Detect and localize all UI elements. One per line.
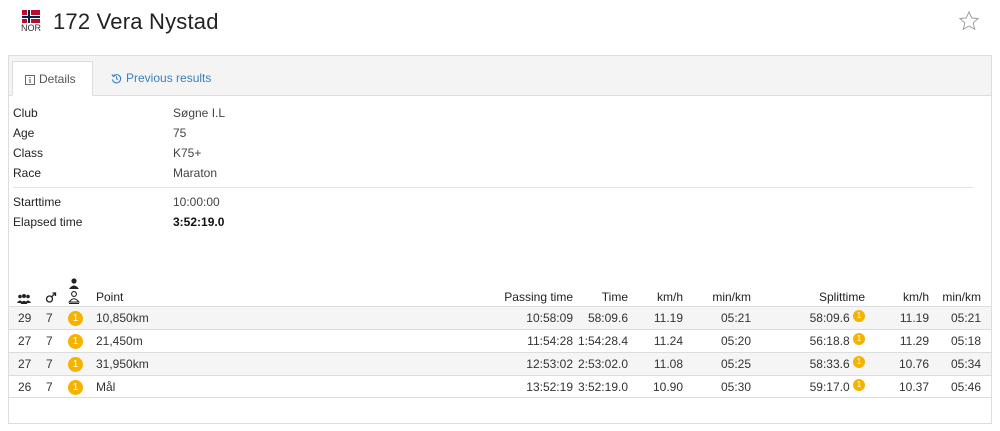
col-point: Point bbox=[96, 290, 124, 304]
split-rank-badge: 1 bbox=[853, 356, 865, 368]
details-divider bbox=[13, 187, 973, 188]
elapsed-value: 3:52:19.0 bbox=[173, 215, 225, 229]
tab-details[interactable]: Details bbox=[12, 61, 93, 96]
detail-race: Race Maraton bbox=[13, 163, 973, 183]
starttime-value: 10:00:00 bbox=[173, 195, 220, 209]
time: 58:09.6 bbox=[587, 311, 628, 325]
col-time: Time bbox=[601, 290, 628, 304]
minkm: 05:20 bbox=[720, 334, 751, 348]
detail-class: Class K75+ bbox=[13, 143, 973, 163]
group-icon bbox=[17, 294, 31, 304]
class-rank-badge: 1 bbox=[68, 334, 83, 350]
time: 3:52:19.0 bbox=[577, 380, 628, 394]
age-label: Age bbox=[13, 126, 35, 140]
split-kmh: 10.76 bbox=[898, 357, 929, 371]
header: NOR 172 Vera Nystad bbox=[20, 6, 985, 44]
participant-panel: Details Previous results Club Søgne I.L … bbox=[8, 55, 992, 424]
star-outline-icon[interactable] bbox=[958, 10, 980, 32]
overall-rank: 29 bbox=[18, 311, 32, 325]
kmh: 11.24 bbox=[653, 334, 683, 348]
col-minkm: min/km bbox=[712, 290, 751, 304]
table-row: 27 7 1 21,450m 11:54:28 1:54:28.4 11.24 … bbox=[9, 329, 991, 352]
page-title: 172 Vera Nystad bbox=[53, 9, 219, 34]
kmh: 10.90 bbox=[652, 380, 683, 394]
col-splittime: Splittime bbox=[818, 290, 865, 304]
person-class-icon bbox=[68, 278, 80, 304]
col-split-kmh: km/h bbox=[902, 290, 929, 304]
splits-header: Point Passing time Time km/h min/km Spli… bbox=[9, 270, 991, 306]
overall-rank: 27 bbox=[18, 357, 32, 371]
point-name: 21,450m bbox=[96, 334, 143, 348]
club-value: Søgne I.L bbox=[173, 106, 226, 120]
point-name: 10,850km bbox=[96, 311, 149, 325]
time: 2:53:02.0 bbox=[577, 357, 628, 371]
norway-flag-icon bbox=[22, 10, 40, 23]
split-minkm: 05:34 bbox=[950, 357, 981, 371]
gender-icon bbox=[45, 292, 57, 303]
passing-time: 11:54:28 bbox=[527, 334, 573, 348]
overall-rank: 27 bbox=[18, 334, 32, 348]
history-icon bbox=[111, 74, 122, 84]
split-kmh: 11.19 bbox=[899, 311, 929, 325]
point-name: 31,950km bbox=[96, 357, 149, 371]
split-minkm: 05:46 bbox=[950, 380, 981, 394]
time: 1:54:28.4 bbox=[577, 334, 628, 348]
gender-rank: 7 bbox=[46, 311, 53, 325]
elapsed-label: Elapsed time bbox=[13, 215, 83, 229]
tab-details-label: Details bbox=[39, 72, 76, 86]
splittime: 58:09.6 bbox=[809, 311, 850, 325]
detail-age: Age 75 bbox=[13, 123, 973, 143]
country: NOR bbox=[20, 10, 42, 33]
passing-time: 13:52:19 bbox=[526, 380, 573, 394]
info-icon bbox=[25, 74, 35, 85]
point-name: Mål bbox=[96, 380, 116, 394]
club-label: Club bbox=[13, 106, 38, 120]
detail-starttime: Starttime 10:00:00 bbox=[13, 192, 973, 212]
race-value: Maraton bbox=[173, 166, 218, 180]
splittime: 56:18.8 bbox=[809, 334, 850, 348]
age-value: 75 bbox=[173, 126, 187, 140]
split-rank-badge: 1 bbox=[853, 310, 865, 322]
tab-previous-results-label: Previous results bbox=[126, 71, 212, 85]
split-kmh: 11.29 bbox=[899, 334, 929, 348]
passing-time: 10:58:09 bbox=[526, 311, 573, 325]
splittime: 58:33.6 bbox=[809, 357, 850, 371]
tab-bar: Details Previous results bbox=[9, 56, 991, 96]
col-kmh: km/h bbox=[656, 290, 683, 304]
class-value: K75+ bbox=[173, 146, 202, 160]
table-row: 27 7 1 31,950km 12:53:02 2:53:02.0 11.08… bbox=[9, 352, 991, 375]
passing-time: 12:53:02 bbox=[526, 357, 573, 371]
col-passing-time: Passing time bbox=[504, 290, 573, 304]
class-rank-badge: 1 bbox=[68, 311, 83, 327]
details-section: Club Søgne I.L Age 75 Class K75+ Race Ma… bbox=[13, 103, 973, 232]
overall-rank: 26 bbox=[18, 380, 32, 394]
splits-table: Point Passing time Time km/h min/km Spli… bbox=[9, 270, 991, 398]
kmh: 11.08 bbox=[653, 357, 683, 371]
gender-rank: 7 bbox=[46, 334, 53, 348]
gender-rank: 7 bbox=[46, 357, 53, 371]
tab-previous-results[interactable]: Previous results bbox=[99, 61, 223, 96]
split-minkm: 05:21 bbox=[950, 311, 981, 325]
country-code: NOR bbox=[21, 23, 41, 33]
detail-club: Club Søgne I.L bbox=[13, 103, 973, 123]
table-row: 29 7 1 10,850km 10:58:09 58:09.6 11.19 0… bbox=[9, 306, 991, 329]
class-rank-badge: 1 bbox=[68, 357, 83, 373]
split-kmh: 10.37 bbox=[898, 380, 929, 394]
gender-rank: 7 bbox=[46, 380, 53, 394]
starttime-label: Starttime bbox=[13, 195, 62, 209]
minkm: 05:25 bbox=[720, 357, 751, 371]
class-label: Class bbox=[13, 146, 44, 160]
kmh: 11.19 bbox=[653, 311, 683, 325]
split-rank-badge: 1 bbox=[853, 379, 865, 391]
table-row: 26 7 1 Mål 13:52:19 3:52:19.0 10.90 05:3… bbox=[9, 375, 991, 398]
race-label: Race bbox=[13, 166, 42, 180]
split-minkm: 05:18 bbox=[950, 334, 981, 348]
minkm: 05:21 bbox=[720, 311, 751, 325]
minkm: 05:30 bbox=[720, 380, 751, 394]
splittime: 59:17.0 bbox=[809, 380, 850, 394]
col-split-minkm: min/km bbox=[942, 290, 981, 304]
class-rank-badge: 1 bbox=[68, 380, 83, 396]
split-rank-badge: 1 bbox=[853, 333, 865, 345]
detail-elapsed: Elapsed time 3:52:19.0 bbox=[13, 212, 973, 232]
